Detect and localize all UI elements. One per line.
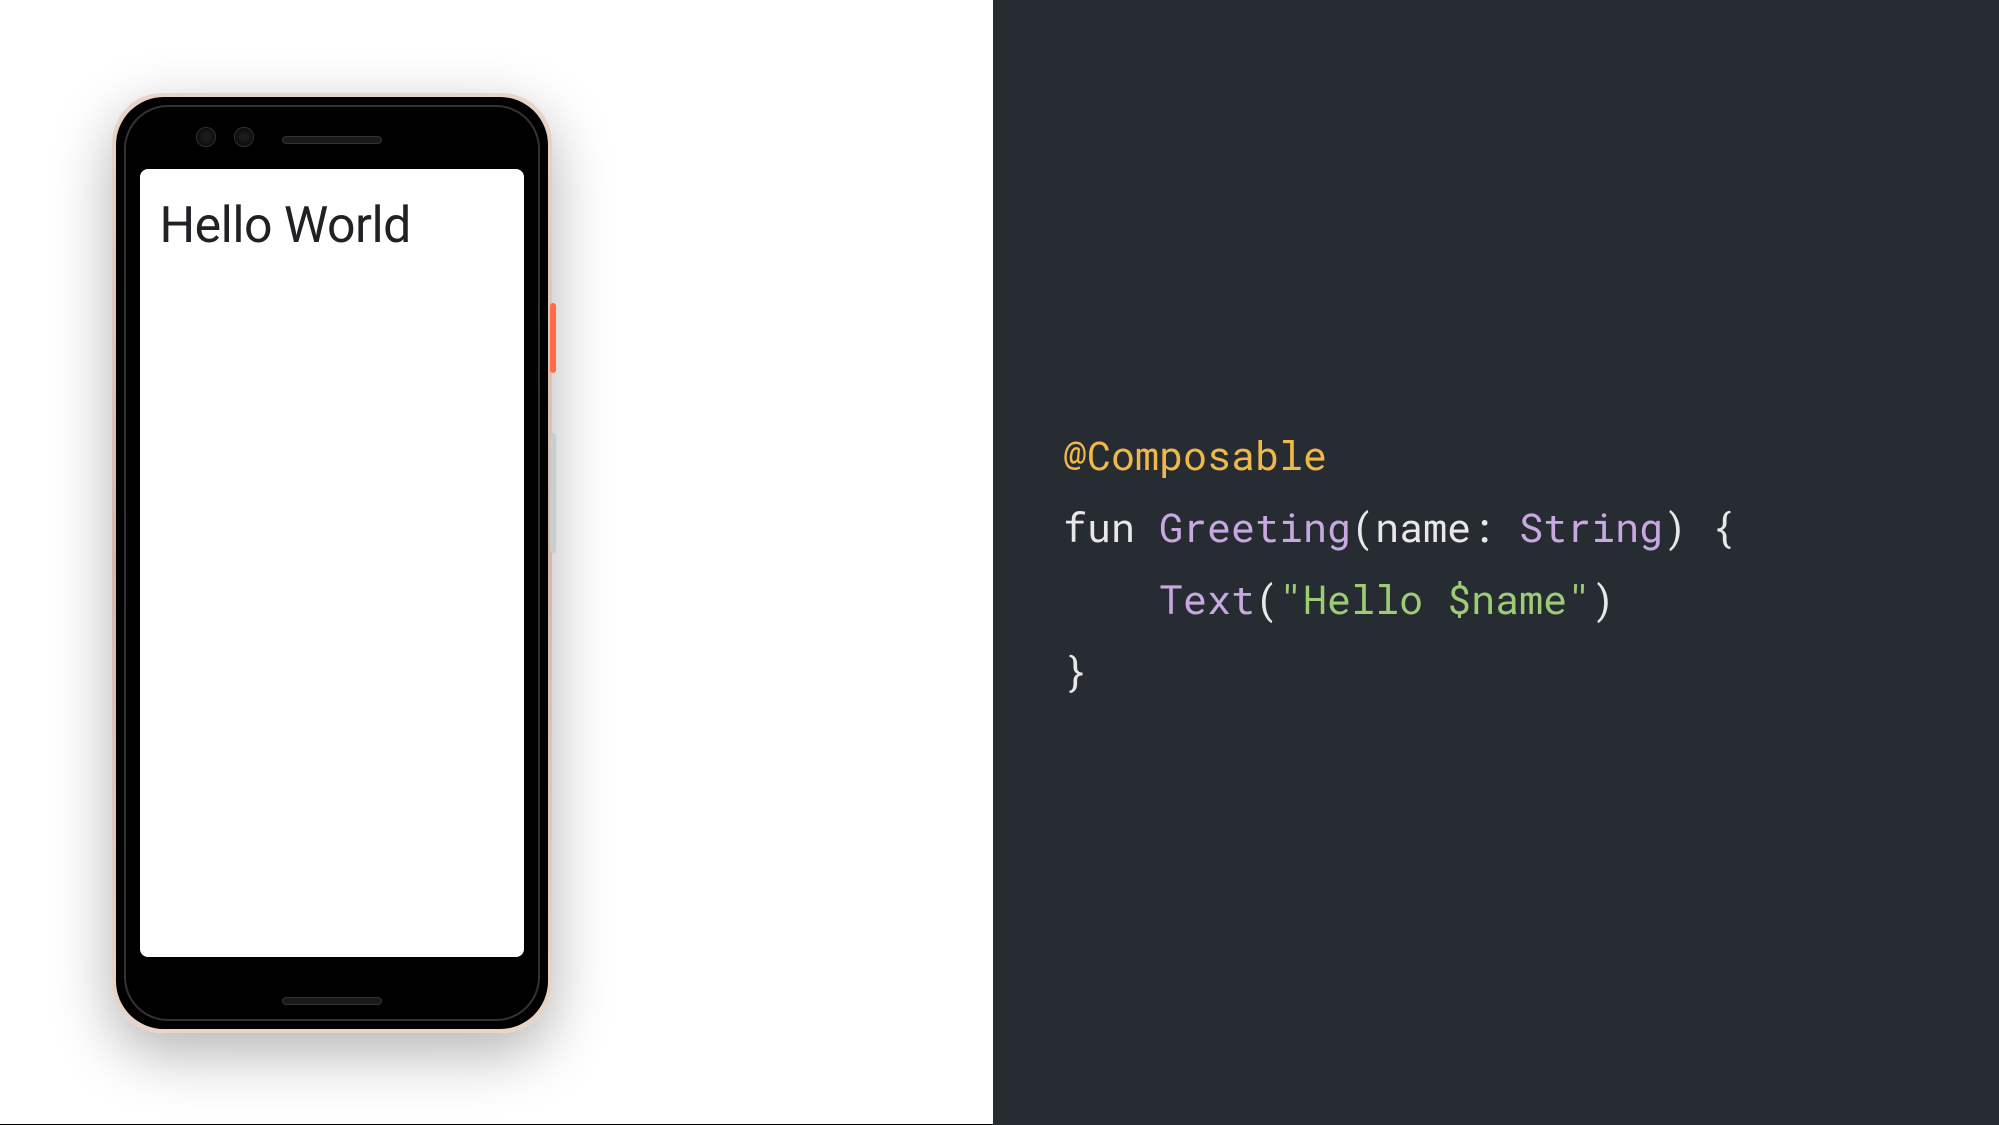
preview-panel: Hello World: [0, 0, 993, 1125]
phone-bottom-bar: [116, 997, 548, 1005]
code-keyword-fun: fun: [1063, 500, 1159, 553]
phone-mockup: Hello World: [112, 93, 552, 1033]
phone-top-bar: [116, 115, 548, 165]
volume-button-icon: [550, 433, 556, 553]
code-colon: :: [1471, 500, 1519, 553]
code-paren: ): [1663, 500, 1711, 553]
code-block: @Composable fun Greeting(name: String) {…: [1063, 419, 1735, 707]
code-indent: [1063, 572, 1159, 625]
code-annotation: @Composable: [1063, 428, 1327, 481]
code-param-name: name: [1375, 500, 1471, 553]
code-function-name: Greeting: [1159, 500, 1351, 553]
phone-screen: Hello World: [140, 169, 524, 957]
phone-body: Hello World: [116, 97, 548, 1029]
code-paren: (: [1351, 500, 1375, 553]
code-function-call: Text: [1159, 572, 1255, 625]
speaker-icon: [282, 997, 382, 1005]
speaker-icon: [282, 136, 382, 144]
code-brace: {: [1711, 500, 1735, 553]
hello-world-text: Hello World: [160, 197, 504, 255]
code-paren: ): [1591, 572, 1615, 625]
code-type: String: [1519, 500, 1663, 553]
code-string-literal: "Hello $name": [1279, 572, 1591, 625]
code-panel: @Composable fun Greeting(name: String) {…: [993, 0, 1999, 1125]
code-paren: (: [1255, 572, 1279, 625]
power-button-icon: [550, 303, 556, 373]
code-brace: }: [1063, 644, 1087, 697]
